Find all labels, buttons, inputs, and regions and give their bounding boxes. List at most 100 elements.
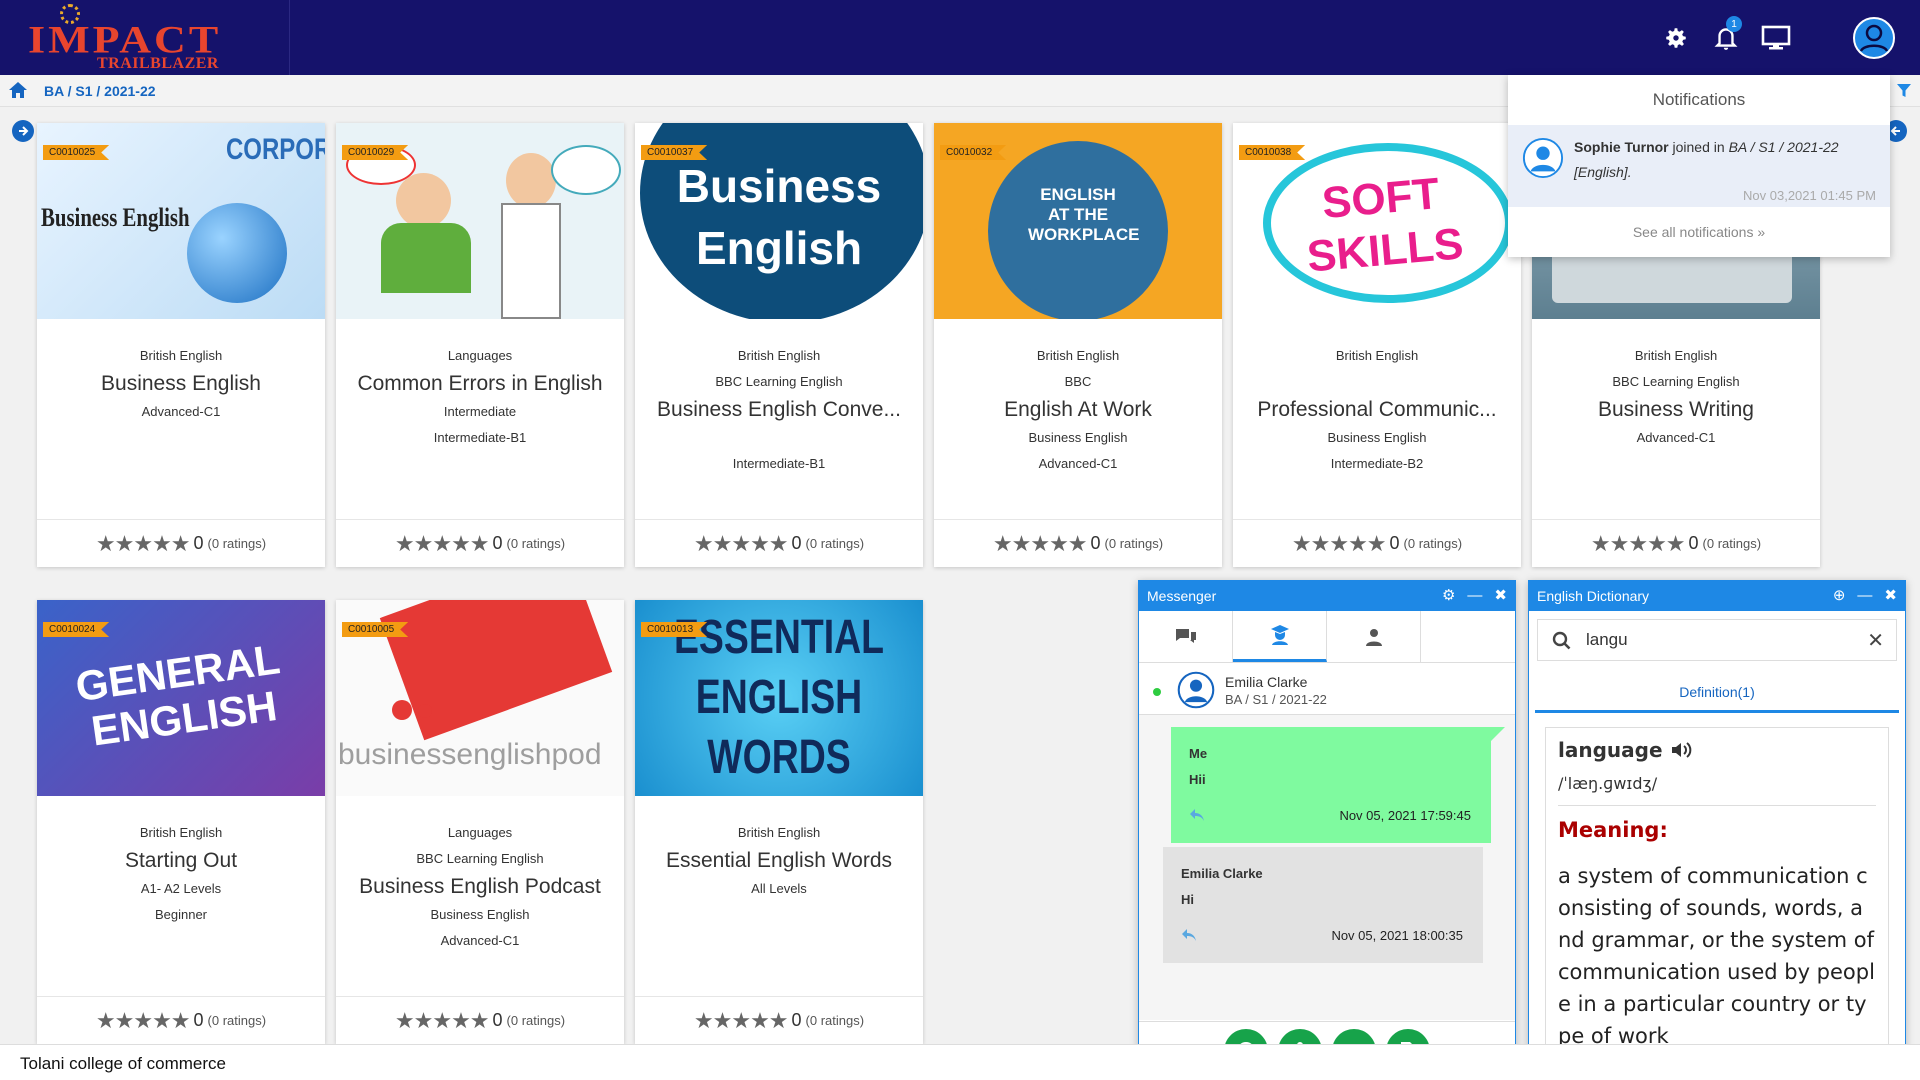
course-category: British English: [1335, 348, 1419, 363]
rating-count: (0 ratings): [1702, 536, 1762, 551]
course-rating: ★★★★★ 0 (0 ratings): [635, 996, 923, 1044]
home-icon[interactable]: [8, 81, 28, 104]
see-all-notifications-link[interactable]: See all notifications »: [1508, 207, 1890, 257]
dictionary-panel: English Dictionary ⊕ — ✖ ✕ Definition(1)…: [1528, 580, 1906, 1080]
rating-stars-icon[interactable]: ★★★★★: [395, 1008, 490, 1034]
course-image[interactable]: SOFT SKILLS C0010038: [1233, 123, 1521, 319]
reply-icon[interactable]: [1181, 925, 1197, 951]
course-image[interactable]: Business English C0010037: [635, 123, 923, 319]
rating-count: (0 ratings): [1104, 536, 1164, 551]
card-image-text: ENGLISH AT THE WORKPLACE: [1028, 185, 1140, 244]
tab-teachers[interactable]: [1233, 611, 1327, 662]
course-code-tag: C0010032: [940, 145, 1007, 160]
course-card[interactable]: ENGLISH AT THE WORKPLACE C0010032 British …: [934, 123, 1222, 567]
message-thread: Me Hii Nov 05, 2021 17:59:45 Emilia Clar…: [1139, 715, 1515, 1020]
messenger-settings-gear-icon[interactable]: ⚙: [1442, 581, 1455, 611]
course-card[interactable]: C0010029 Languages Common Errors in Englis…: [336, 123, 624, 567]
dictionary-close-icon[interactable]: ✖: [1884, 581, 1897, 611]
course-level: Advanced-C1: [1636, 430, 1716, 445]
rating-value: 0: [492, 533, 503, 553]
speaker-icon[interactable]: [1671, 741, 1693, 759]
course-level: Intermediate-B1: [732, 456, 826, 471]
course-rating: ★★★★★ 0 (0 ratings): [336, 996, 624, 1044]
course-image[interactable]: C0010029: [336, 123, 624, 319]
rating-value: 0: [1389, 533, 1400, 553]
course-image[interactable]: GENERAL ENGLISH C0010024: [37, 600, 325, 796]
logo-sub-text: TRAILBLAZER: [97, 55, 219, 72]
dictionary-search-input[interactable]: [1586, 626, 1856, 654]
rating-stars-icon[interactable]: ★★★★★: [96, 1008, 191, 1034]
course-image[interactable]: businessenglishpod C0010005: [336, 600, 624, 796]
messenger-close-icon[interactable]: ✖: [1494, 581, 1507, 611]
rating-stars-icon[interactable]: ★★★★★: [395, 531, 490, 557]
rating-count: (0 ratings): [506, 536, 566, 551]
tab-chats[interactable]: [1139, 611, 1233, 662]
notification-item[interactable]: Sophie Turnor joined in BA / S1 / 2021-2…: [1508, 125, 1890, 207]
meaning-label: Meaning:: [1558, 818, 1668, 842]
message-bubble-contact: Emilia Clarke Hi Nov 05, 2021 18:00:35: [1163, 847, 1483, 963]
course-card[interactable]: ESSENTIAL ENGLISH WORDS C0010013 British E…: [635, 600, 923, 1044]
rating-stars-icon[interactable]: ★★★★★: [694, 1008, 789, 1034]
notification-count-badge: 1: [1726, 16, 1742, 32]
rating-stars-icon[interactable]: ★★★★★: [1292, 531, 1387, 557]
course-level: Intermediate-B1: [433, 430, 527, 445]
notification-text: joined in: [1668, 139, 1729, 155]
notifications-popup: Notifications Sophie Turnor joined in BA…: [1508, 75, 1890, 257]
clear-search-icon[interactable]: ✕: [1867, 628, 1884, 653]
rating-stars-icon[interactable]: ★★★★★: [96, 531, 191, 557]
messenger-minimize-icon[interactable]: —: [1467, 581, 1482, 611]
graduate-user-icon: [1270, 625, 1289, 645]
filter-icon[interactable]: [1896, 83, 1912, 104]
course-category: Languages: [447, 348, 513, 363]
course-rating: ★★★★★ 0 (0 ratings): [635, 519, 923, 567]
course-category: British English: [1036, 348, 1120, 363]
rating-stars-icon[interactable]: ★★★★★: [993, 531, 1088, 557]
course-rating: ★★★★★ 0 (0 ratings): [336, 519, 624, 567]
course-card[interactable]: SOFT SKILLS C0010038 British English Profe…: [1233, 123, 1521, 567]
course-card[interactable]: GENERAL ENGLISH C0010024 British English St…: [37, 600, 325, 1044]
message-time: Nov 05, 2021 18:00:35: [1331, 928, 1463, 943]
course-title: Essential English Words: [665, 849, 893, 872]
contact-name: Emilia Clarke: [1225, 674, 1308, 690]
app-logo[interactable]: IMPACT TRAILBLAZER: [0, 0, 290, 75]
tab-users[interactable]: [1327, 611, 1421, 662]
settings-gear-icon[interactable]: [1658, 20, 1694, 56]
course-title: Business Writing: [1597, 398, 1754, 421]
course-level: Intermediate-B2: [1330, 456, 1424, 471]
course-title: English At Work: [1004, 398, 1152, 421]
course-info: British English Business English Advanced-…: [37, 319, 325, 519]
notifications-bell-icon[interactable]: 1: [1708, 16, 1744, 56]
course-card[interactable]: Business English C0010037 British English B…: [635, 123, 923, 567]
course-category: BBC Learning English: [1612, 374, 1740, 389]
rating-count: (0 ratings): [1403, 536, 1463, 551]
course-image[interactable]: ENGLISH AT THE WORKPLACE C0010032: [934, 123, 1222, 319]
notification-course: [English].: [1574, 164, 1632, 180]
notification-time: Nov 03,2021 01:45 PM: [1743, 188, 1876, 203]
rating-stars-icon[interactable]: ★★★★★: [694, 531, 789, 557]
course-rating: ★★★★★ 0 (0 ratings): [934, 519, 1222, 567]
card-image-text: Business English: [41, 203, 190, 232]
breadcrumb[interactable]: BA / S1 / 2021-22: [44, 83, 156, 99]
course-card[interactable]: businessenglishpod C0010005 Languages BBC L…: [336, 600, 624, 1044]
course-image[interactable]: CORPORATEBusiness EnglishC0010025: [37, 123, 325, 319]
course-level: Business English: [430, 907, 530, 922]
course-card[interactable]: CORPORATEBusiness EnglishC0010025British…: [37, 123, 325, 567]
dictionary-add-icon[interactable]: ⊕: [1833, 581, 1846, 611]
course-info: Languages BBC Learning English Business En…: [336, 796, 624, 996]
course-image[interactable]: ESSENTIAL ENGLISH WORDS C0010013: [635, 600, 923, 796]
left-expand-arrow-icon[interactable]: [12, 120, 34, 142]
dictionary-minimize-icon[interactable]: —: [1857, 581, 1872, 611]
course-info: Languages Common Errors in English Interme…: [336, 319, 624, 519]
active-contact[interactable]: Emilia Clarke BA / S1 / 2021-22: [1139, 663, 1515, 715]
course-rating: ★★★★★ 0 (0 ratings): [1532, 519, 1820, 567]
tab-definition[interactable]: Definition(1): [1535, 671, 1899, 713]
card-image-text: SOFT SKILLS: [1305, 169, 1466, 282]
reply-icon[interactable]: [1189, 805, 1205, 831]
course-level: A1- A2 Levels: [140, 881, 222, 896]
course-level: Beginner: [154, 907, 208, 922]
phonetic: /ˈlæŋ.ɡwɪdʒ/: [1558, 774, 1876, 806]
monitor-icon[interactable]: [1758, 20, 1794, 56]
dictionary-header: English Dictionary ⊕ — ✖: [1529, 581, 1905, 611]
rating-stars-icon[interactable]: ★★★★★: [1591, 531, 1686, 557]
user-avatar-icon[interactable]: [1852, 16, 1896, 60]
